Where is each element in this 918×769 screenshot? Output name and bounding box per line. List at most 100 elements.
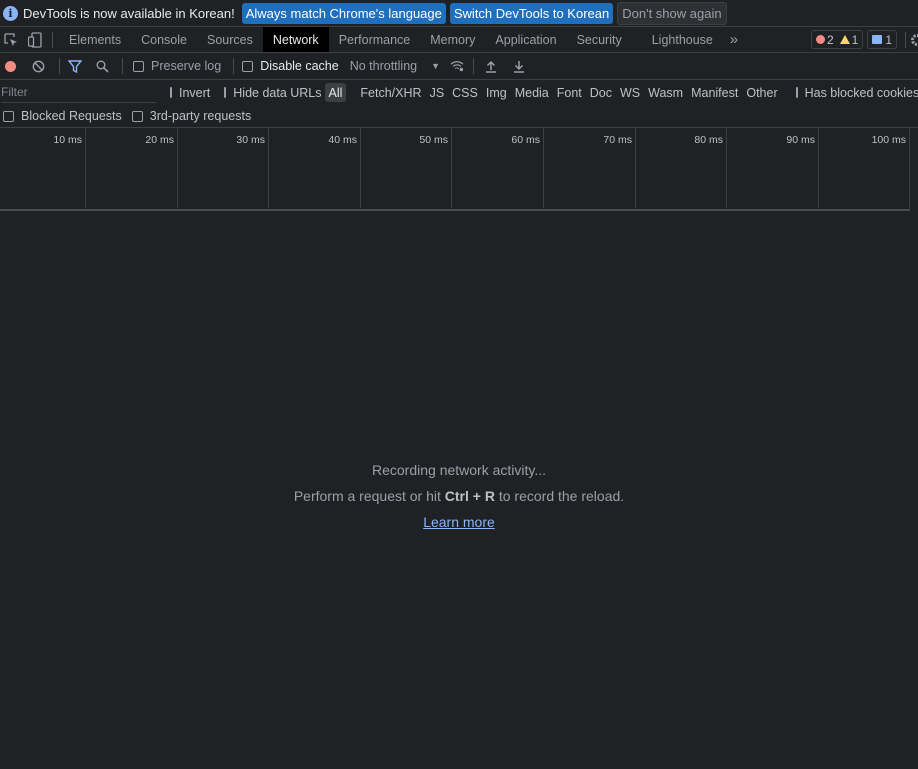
timeline-division: 90 ms bbox=[727, 128, 819, 208]
filter-icon[interactable] bbox=[68, 59, 82, 73]
type-filter-manifest[interactable]: Manifest bbox=[687, 83, 742, 102]
preserve-log-checkbox[interactable] bbox=[133, 60, 144, 72]
recording-message: Recording network activity... bbox=[371, 462, 547, 478]
timeline-division: 100 ms bbox=[819, 128, 910, 208]
infobar-message: DevTools is now available in Korean! bbox=[23, 5, 235, 21]
network-conditions-icon[interactable] bbox=[450, 59, 464, 73]
type-filter-css[interactable]: CSS bbox=[448, 83, 482, 102]
tab-lighthouse[interactable]: Lighthouse bbox=[632, 27, 723, 52]
device-toolbar-icon[interactable] bbox=[28, 31, 42, 48]
timeline-division: 30 ms bbox=[178, 128, 269, 208]
language-infobar: i DevTools is now available in Korean! A… bbox=[0, 0, 918, 27]
blocked-requests-label: Blocked Requests bbox=[21, 109, 122, 123]
import-har-icon[interactable] bbox=[484, 59, 498, 73]
third-party-requests-checkbox[interactable] bbox=[131, 110, 143, 122]
timeline-division: 60 ms bbox=[452, 128, 544, 208]
inspect-element-icon[interactable] bbox=[4, 32, 18, 47]
third-party-requests-label: 3rd-party requests bbox=[149, 109, 252, 123]
type-filter-img[interactable]: Img bbox=[482, 83, 511, 102]
reload-hint-suffix: to record the reload. bbox=[494, 488, 625, 504]
more-tabs-chevron-icon[interactable]: » bbox=[727, 31, 741, 48]
tab-sources[interactable]: Sources bbox=[197, 27, 263, 52]
timeline-tick-label: 90 ms bbox=[786, 134, 815, 146]
timeline-division: 20 ms bbox=[86, 128, 178, 208]
dont-show-again-button[interactable]: Don't show again bbox=[617, 1, 727, 25]
message-icon bbox=[872, 35, 883, 44]
hide-data-urls-label: Hide data URLs bbox=[233, 85, 322, 100]
tab-network[interactable]: Network bbox=[262, 27, 329, 52]
hide-data-urls-checkbox[interactable] bbox=[224, 87, 227, 98]
tab-application[interactable]: Application bbox=[485, 27, 566, 52]
message-count: 1 bbox=[885, 32, 892, 47]
separator bbox=[473, 58, 475, 74]
type-filter-js[interactable]: JS bbox=[426, 83, 449, 102]
clear-icon[interactable] bbox=[31, 59, 45, 73]
type-filter-media[interactable]: Media bbox=[511, 83, 553, 102]
separator bbox=[122, 58, 123, 74]
filter-bar: Invert Hide data URLs All Fetch/XHR JS C… bbox=[0, 80, 918, 105]
timeline-division: 70 ms bbox=[544, 128, 636, 208]
type-filter-other[interactable]: Other bbox=[742, 83, 781, 102]
timeline-tick-label: 100 ms bbox=[871, 134, 906, 146]
tab-memory[interactable]: Memory bbox=[420, 27, 485, 52]
switch-to-korean-button[interactable]: Switch DevTools to Korean bbox=[449, 2, 614, 24]
disable-cache-checkbox[interactable] bbox=[242, 60, 254, 72]
has-blocked-cookies-label: Has blocked cookies bbox=[804, 85, 918, 100]
info-icon: i bbox=[3, 5, 18, 21]
warning-count: 1 bbox=[851, 32, 859, 47]
error-icon bbox=[815, 35, 825, 44]
learn-more-link[interactable]: Learn more bbox=[0, 514, 918, 530]
invert-checkbox[interactable] bbox=[170, 87, 172, 98]
error-count: 2 bbox=[826, 32, 834, 47]
timeline-tick-label: 80 ms bbox=[694, 134, 723, 146]
timeline-overview[interactable]: 10 ms 20 ms 30 ms 40 ms 50 ms 60 ms 70 m… bbox=[0, 128, 910, 211]
empty-state: Recording network activity... Perform a … bbox=[0, 462, 918, 530]
type-filter-doc[interactable]: Doc bbox=[586, 83, 616, 102]
preserve-log-label: Preserve log bbox=[151, 59, 222, 73]
network-toolbar: Preserve log Disable cache No throttling… bbox=[0, 53, 918, 80]
reload-hint-prefix: Perform a request or hit bbox=[293, 488, 445, 504]
export-har-icon[interactable] bbox=[512, 59, 526, 73]
tab-performance[interactable]: Performance bbox=[329, 27, 421, 52]
disable-cache-label: Disable cache bbox=[260, 59, 339, 73]
chevron-down-icon[interactable]: ▼ bbox=[431, 61, 440, 71]
timeline-tick-label: 30 ms bbox=[236, 134, 265, 146]
timeline-tick-label: 70 ms bbox=[603, 134, 632, 146]
type-filter-font[interactable]: Font bbox=[553, 83, 586, 102]
separator bbox=[233, 58, 235, 74]
reload-shortcut: Ctrl + R bbox=[444, 488, 495, 504]
timeline-division: 80 ms bbox=[636, 128, 727, 208]
reload-hint: Perform a request or hit Ctrl + R to rec… bbox=[0, 488, 918, 504]
timeline-tick-label: 60 ms bbox=[511, 134, 540, 146]
warning-icon bbox=[839, 35, 850, 44]
messages-counter[interactable]: 1 bbox=[867, 30, 897, 49]
always-match-language-button[interactable]: Always match Chrome's language bbox=[241, 2, 446, 24]
separator bbox=[59, 58, 60, 74]
timeline-tick-label: 20 ms bbox=[145, 134, 174, 146]
throttling-select[interactable]: No throttling bbox=[350, 59, 417, 73]
invert-label: Invert bbox=[179, 85, 211, 100]
has-blocked-cookies-checkbox[interactable] bbox=[795, 87, 798, 98]
type-filter-all[interactable]: All bbox=[324, 83, 347, 102]
filter-input[interactable] bbox=[1, 82, 156, 103]
timeline-division: 50 ms bbox=[361, 128, 452, 208]
separator bbox=[52, 31, 53, 48]
record-button[interactable] bbox=[5, 60, 16, 72]
type-filter-ws[interactable]: WS bbox=[616, 83, 644, 102]
settings-gear-icon[interactable] bbox=[910, 33, 918, 47]
issues-counter[interactable]: 2 1 bbox=[810, 30, 864, 49]
tab-console[interactable]: Console bbox=[131, 27, 197, 52]
panel-tab-bar: Elements Console Sources Network Perform… bbox=[0, 27, 918, 53]
blocked-requests-checkbox[interactable] bbox=[3, 110, 14, 122]
tab-security[interactable]: Security bbox=[567, 27, 632, 52]
timeline-division: 10 ms bbox=[0, 128, 86, 208]
timeline-tick-label: 50 ms bbox=[419, 134, 448, 146]
search-icon[interactable] bbox=[95, 59, 109, 73]
timeline-division: 40 ms bbox=[269, 128, 361, 208]
type-filter-wasm[interactable]: Wasm bbox=[644, 83, 687, 102]
separator bbox=[905, 31, 906, 48]
extra-filter-bar: Blocked Requests 3rd-party requests bbox=[0, 105, 918, 128]
type-filter-fetch-xhr[interactable]: Fetch/XHR bbox=[356, 83, 425, 102]
timeline-tick-label: 40 ms bbox=[328, 134, 357, 146]
tab-elements[interactable]: Elements bbox=[59, 27, 131, 52]
